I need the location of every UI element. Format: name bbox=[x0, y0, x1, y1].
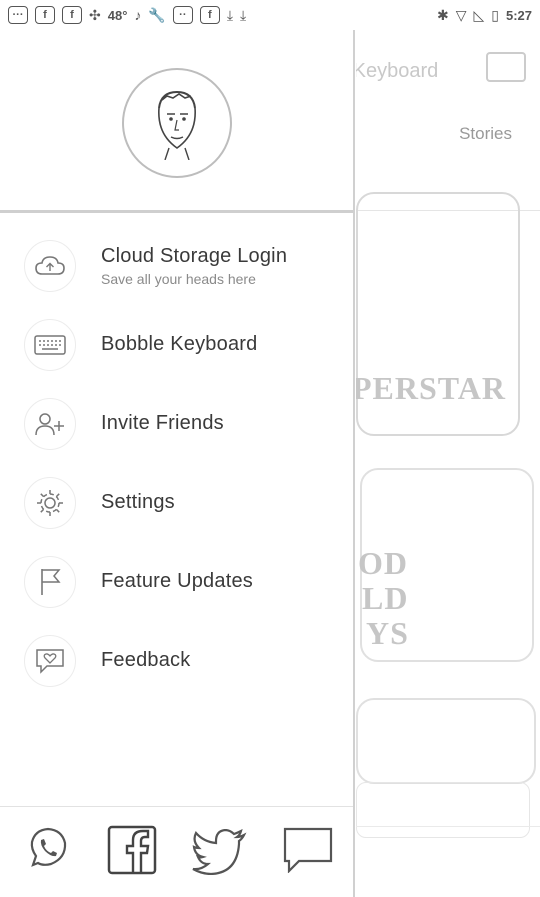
menu-item-invite-friends[interactable]: Invite Friends bbox=[0, 384, 353, 463]
gear-icon bbox=[24, 476, 76, 529]
wifi-icon: ▽ bbox=[455, 6, 467, 23]
facebook-icon[interactable] bbox=[107, 825, 157, 875]
head-sketch-icon bbox=[158, 90, 196, 160]
signal-icon: ◺ bbox=[473, 6, 485, 23]
menu-item-label: Bobble Keyboard bbox=[101, 333, 258, 355]
menu-item-label: Feedback bbox=[101, 649, 191, 671]
background-app: e Keyboard Stories PERSTAR OD LD YS bbox=[356, 30, 540, 897]
cloud-icon bbox=[24, 239, 76, 292]
menu-item-label: Invite Friends bbox=[101, 412, 224, 434]
feedback-heart-icon bbox=[24, 634, 76, 687]
battery-icon: ▯ bbox=[491, 6, 499, 23]
menu-item-cloud-storage[interactable]: Cloud Storage Login Save all your heads … bbox=[0, 226, 353, 305]
twitter-icon[interactable] bbox=[192, 829, 248, 875]
menu-item-feedback[interactable]: Feedback bbox=[0, 621, 353, 700]
status-bar-notifications: ··· f f ✣ 48° ♪ 🔧 ·· f ⤓ ⤓ bbox=[8, 6, 246, 24]
menu-item-settings[interactable]: Settings bbox=[0, 463, 353, 542]
message-icon: ·· bbox=[172, 6, 193, 24]
ribbon-icon: ✣ bbox=[89, 6, 101, 23]
bluetooth-icon: ✱ bbox=[436, 6, 449, 23]
background-title: e Keyboard bbox=[356, 60, 439, 82]
sticker-card[interactable] bbox=[356, 698, 536, 784]
share-bar bbox=[0, 806, 353, 897]
drawer-header bbox=[0, 30, 353, 213]
keyboard-icon bbox=[24, 318, 76, 371]
drawer-menu: Cloud Storage Login Save all your heads … bbox=[0, 226, 353, 700]
menu-item-sublabel: Save all your heads here bbox=[101, 270, 256, 287]
flag-icon bbox=[24, 555, 76, 608]
status-bar: ··· f f ✣ 48° ♪ 🔧 ·· f ⤓ ⤓ ✱ ▽ ◺ ▯ 5:27 bbox=[0, 0, 540, 30]
facebook-icon: f bbox=[62, 6, 82, 24]
facebook-icon: f bbox=[35, 6, 55, 24]
add-person-icon bbox=[24, 397, 76, 450]
download-icon: ⤓ bbox=[240, 6, 247, 23]
download-icon: ⤓ bbox=[226, 6, 234, 23]
tab-stories[interactable]: Stories bbox=[459, 124, 512, 144]
sticker-text: PERSTAR bbox=[356, 370, 506, 406]
sticker-text: YS bbox=[366, 615, 409, 651]
menu-item-bobble-keyboard[interactable]: Bobble Keyboard bbox=[0, 305, 353, 384]
menu-item-feature-updates[interactable]: Feature Updates bbox=[0, 542, 353, 621]
facebook-icon: f bbox=[199, 6, 220, 24]
background-toolbar bbox=[356, 826, 540, 897]
wrench-icon: 🔧 bbox=[148, 6, 166, 23]
message-dots-icon: ··· bbox=[8, 6, 28, 24]
temperature-text: 48° bbox=[107, 7, 128, 23]
whatsapp-icon[interactable] bbox=[25, 825, 71, 871]
message-icon[interactable] bbox=[283, 827, 333, 873]
clock: 5:27 bbox=[505, 7, 532, 23]
keyboard-icon[interactable] bbox=[486, 52, 526, 82]
sticker-text: LD bbox=[362, 580, 409, 616]
menu-item-label: Settings bbox=[101, 491, 175, 513]
user-avatar[interactable] bbox=[122, 68, 232, 178]
status-bar-system: ✱ ▽ ◺ ▯ 5:27 bbox=[437, 7, 532, 24]
sticker-text: OD bbox=[358, 545, 408, 581]
menu-item-label: Feature Updates bbox=[101, 570, 253, 592]
navigation-drawer: Cloud Storage Login Save all your heads … bbox=[0, 30, 355, 897]
bell-icon: ♪ bbox=[134, 7, 142, 23]
menu-item-label: Cloud Storage Login bbox=[101, 244, 288, 267]
